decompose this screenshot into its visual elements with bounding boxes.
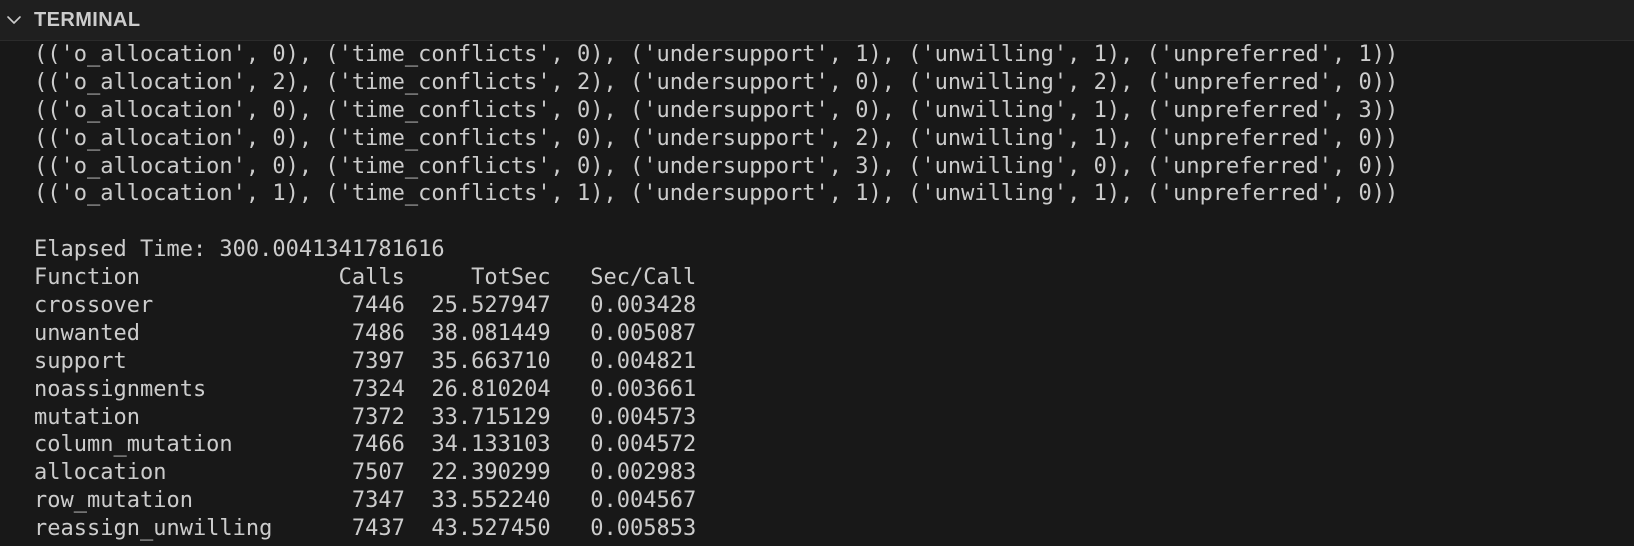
- terminal-panel-header[interactable]: TERMINAL: [0, 0, 1634, 41]
- terminal-line: mutation 7372 33.715129 0.004573: [34, 404, 697, 430]
- terminal-line: noassignments 7324 26.810204 0.003661: [34, 376, 697, 402]
- terminal-line: crossover 7446 25.527947 0.003428: [34, 293, 697, 319]
- terminal-line: (('o_allocation', 0), ('time_conflicts',…: [34, 97, 1399, 123]
- terminal-line: support 7397 35.663710 0.004821: [34, 348, 697, 374]
- terminal-line: (('o_allocation', 0), ('time_conflicts',…: [34, 125, 1399, 151]
- terminal-line: allocation 7507 22.390299 0.002983: [34, 460, 697, 486]
- terminal-lines: (('o_allocation', 0), ('time_conflicts',…: [34, 41, 1398, 543]
- terminal-line: column_mutation 7466 34.133103 0.004572: [34, 432, 697, 458]
- chevron-down-icon[interactable]: [5, 11, 23, 29]
- panel-title: TERMINAL: [34, 9, 141, 31]
- terminal-line: (('o_allocation', 1), ('time_conflicts',…: [34, 181, 1399, 207]
- terminal-line: reassign_unwilling 7437 43.527450 0.0058…: [34, 516, 697, 542]
- terminal-panel: TERMINAL (('o_allocation', 0), ('time_co…: [0, 0, 1634, 546]
- terminal-output[interactable]: (('o_allocation', 0), ('time_conflicts',…: [0, 41, 1634, 546]
- terminal-line: (('o_allocation', 0), ('time_conflicts',…: [34, 42, 1399, 67]
- terminal-line: Function Calls TotSec Sec/Call: [34, 265, 697, 291]
- terminal-line: (('o_allocation', 2), ('time_conflicts',…: [34, 69, 1399, 95]
- terminal-line: unwanted 7486 38.081449 0.005087: [34, 320, 697, 346]
- terminal-line: (('o_allocation', 0), ('time_conflicts',…: [34, 153, 1399, 179]
- terminal-line: row_mutation 7347 33.552240 0.004567: [34, 488, 697, 514]
- terminal-line: Elapsed Time: 300.0041341781616: [34, 237, 445, 263]
